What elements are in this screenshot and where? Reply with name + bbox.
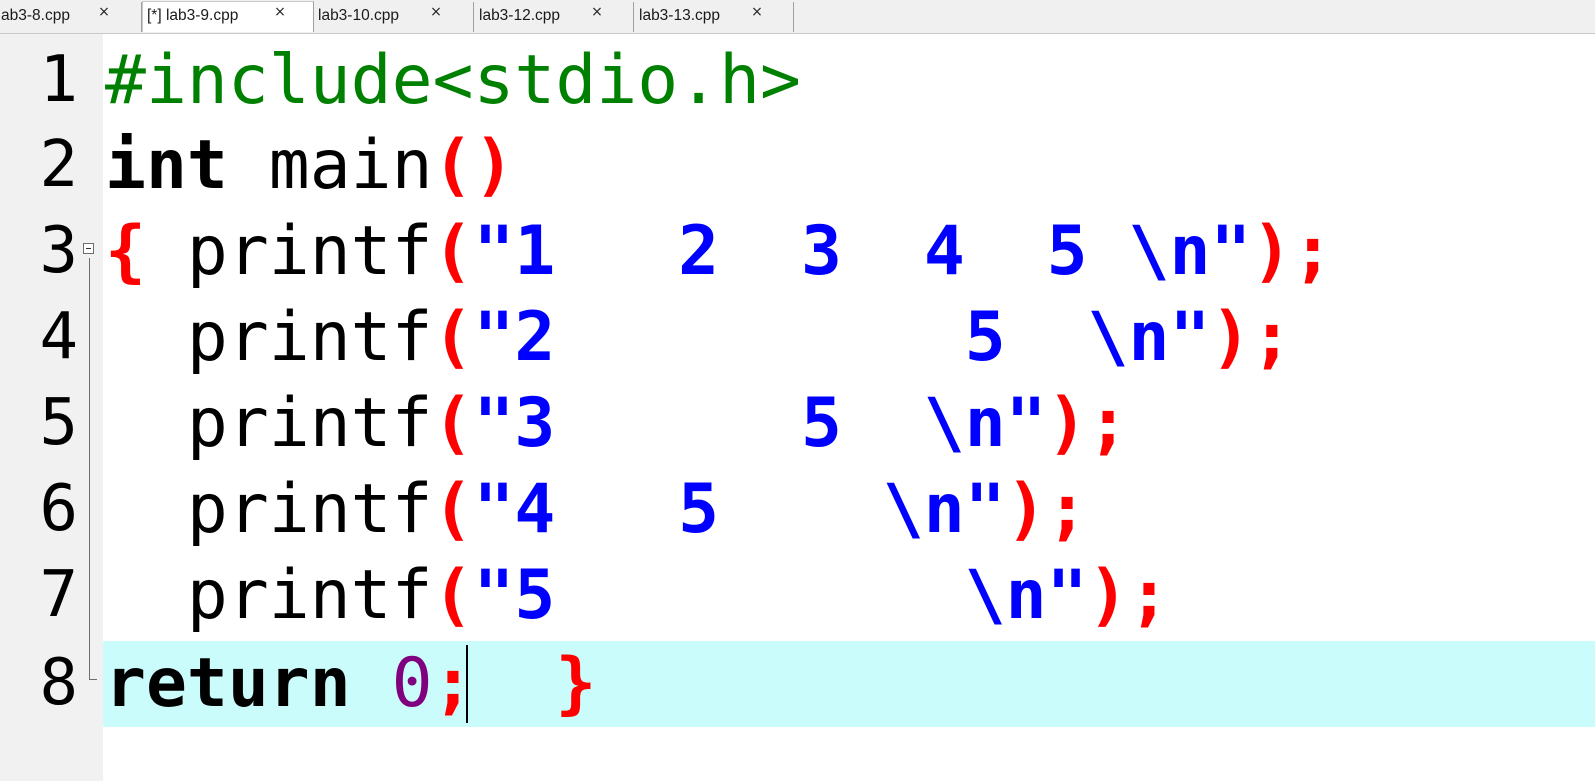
code-token: return xyxy=(105,644,351,723)
code-token: ); xyxy=(1005,470,1088,549)
code-token: ); xyxy=(1046,384,1129,463)
code-line[interactable]: return 0; } xyxy=(105,641,596,727)
tab-label: ab3-8.cpp xyxy=(1,7,70,24)
code-token: #include<stdio.h> xyxy=(105,41,801,120)
fold-guide-end xyxy=(89,679,97,680)
line-number: 2 xyxy=(39,128,78,202)
fold-guide-line xyxy=(89,258,90,680)
tab-label: lab3-12.cpp xyxy=(479,7,561,24)
code-token: } xyxy=(555,644,597,723)
line-number: 5 xyxy=(39,386,78,460)
tab-lab3-8[interactable]: ab3-8.cpp × xyxy=(0,2,142,32)
line-number: 6 xyxy=(39,472,78,546)
close-icon[interactable]: × xyxy=(749,4,765,20)
code-token: printf xyxy=(105,384,433,463)
close-icon[interactable]: × xyxy=(428,4,444,20)
code-token: "2 5 \n" xyxy=(473,298,1211,377)
code-token: ( xyxy=(432,384,474,463)
line-number: 1 xyxy=(39,43,78,117)
tab-lab3-9[interactable]: [*] lab3-9.cpp × xyxy=(142,1,314,32)
code-token: printf xyxy=(105,556,433,635)
tab-label: [*] lab3-9.cpp xyxy=(147,7,239,24)
tab-bar: ab3-8.cpp × [*] lab3-9.cpp × lab3-10.cpp… xyxy=(0,0,1595,34)
tab-lab3-12[interactable]: lab3-12.cpp × xyxy=(474,2,634,32)
close-icon[interactable]: × xyxy=(589,4,605,20)
code-token: ( xyxy=(432,298,474,377)
tab-label: lab3-13.cpp xyxy=(639,7,721,24)
code-token: ); xyxy=(1210,298,1293,377)
code-token: () xyxy=(432,126,515,205)
line-number: 4 xyxy=(39,300,78,374)
code-token: main xyxy=(227,126,433,205)
tab-lab3-10[interactable]: lab3-10.cpp × xyxy=(314,2,474,32)
code-line[interactable]: printf("4 5 \n"); xyxy=(105,467,1088,553)
code-token: "4 5 \n" xyxy=(473,470,1006,549)
code-token: printf xyxy=(145,212,433,291)
code-token: "1 2 3 4 5 \n" xyxy=(473,212,1252,291)
code-token: ); xyxy=(1251,212,1334,291)
code-token: ( xyxy=(432,470,474,549)
tab-label: lab3-10.cpp xyxy=(318,7,400,24)
close-icon[interactable]: × xyxy=(272,4,288,20)
line-number: 8 xyxy=(39,646,78,720)
fold-collapse-icon[interactable] xyxy=(83,243,94,254)
line-number: 3 xyxy=(39,214,78,288)
code-token: "5 \n" xyxy=(473,556,1088,635)
code-token: printf xyxy=(105,470,433,549)
code-line[interactable]: { printf("1 2 3 4 5 \n"); xyxy=(105,209,1333,295)
code-token: "3 5 \n" xyxy=(473,384,1047,463)
code-token: ); xyxy=(1087,556,1170,635)
text-cursor xyxy=(466,645,468,723)
code-token: int xyxy=(105,126,228,205)
code-token: ( xyxy=(432,212,474,291)
tab-lab3-13[interactable]: lab3-13.cpp × xyxy=(634,2,794,32)
code-line[interactable]: #include<stdio.h> xyxy=(105,38,801,124)
code-token: { xyxy=(105,212,146,291)
code-line[interactable]: printf("2 5 \n"); xyxy=(105,295,1292,381)
close-icon[interactable]: × xyxy=(96,4,112,20)
line-number: 7 xyxy=(39,558,78,632)
code-line[interactable]: int main() xyxy=(105,123,514,209)
code-token: ( xyxy=(432,556,474,635)
code-line[interactable]: printf("3 5 \n"); xyxy=(105,381,1129,467)
code-token: 0 xyxy=(391,644,433,723)
code-token: printf xyxy=(105,298,433,377)
code-line[interactable]: printf("5 \n"); xyxy=(105,553,1170,639)
